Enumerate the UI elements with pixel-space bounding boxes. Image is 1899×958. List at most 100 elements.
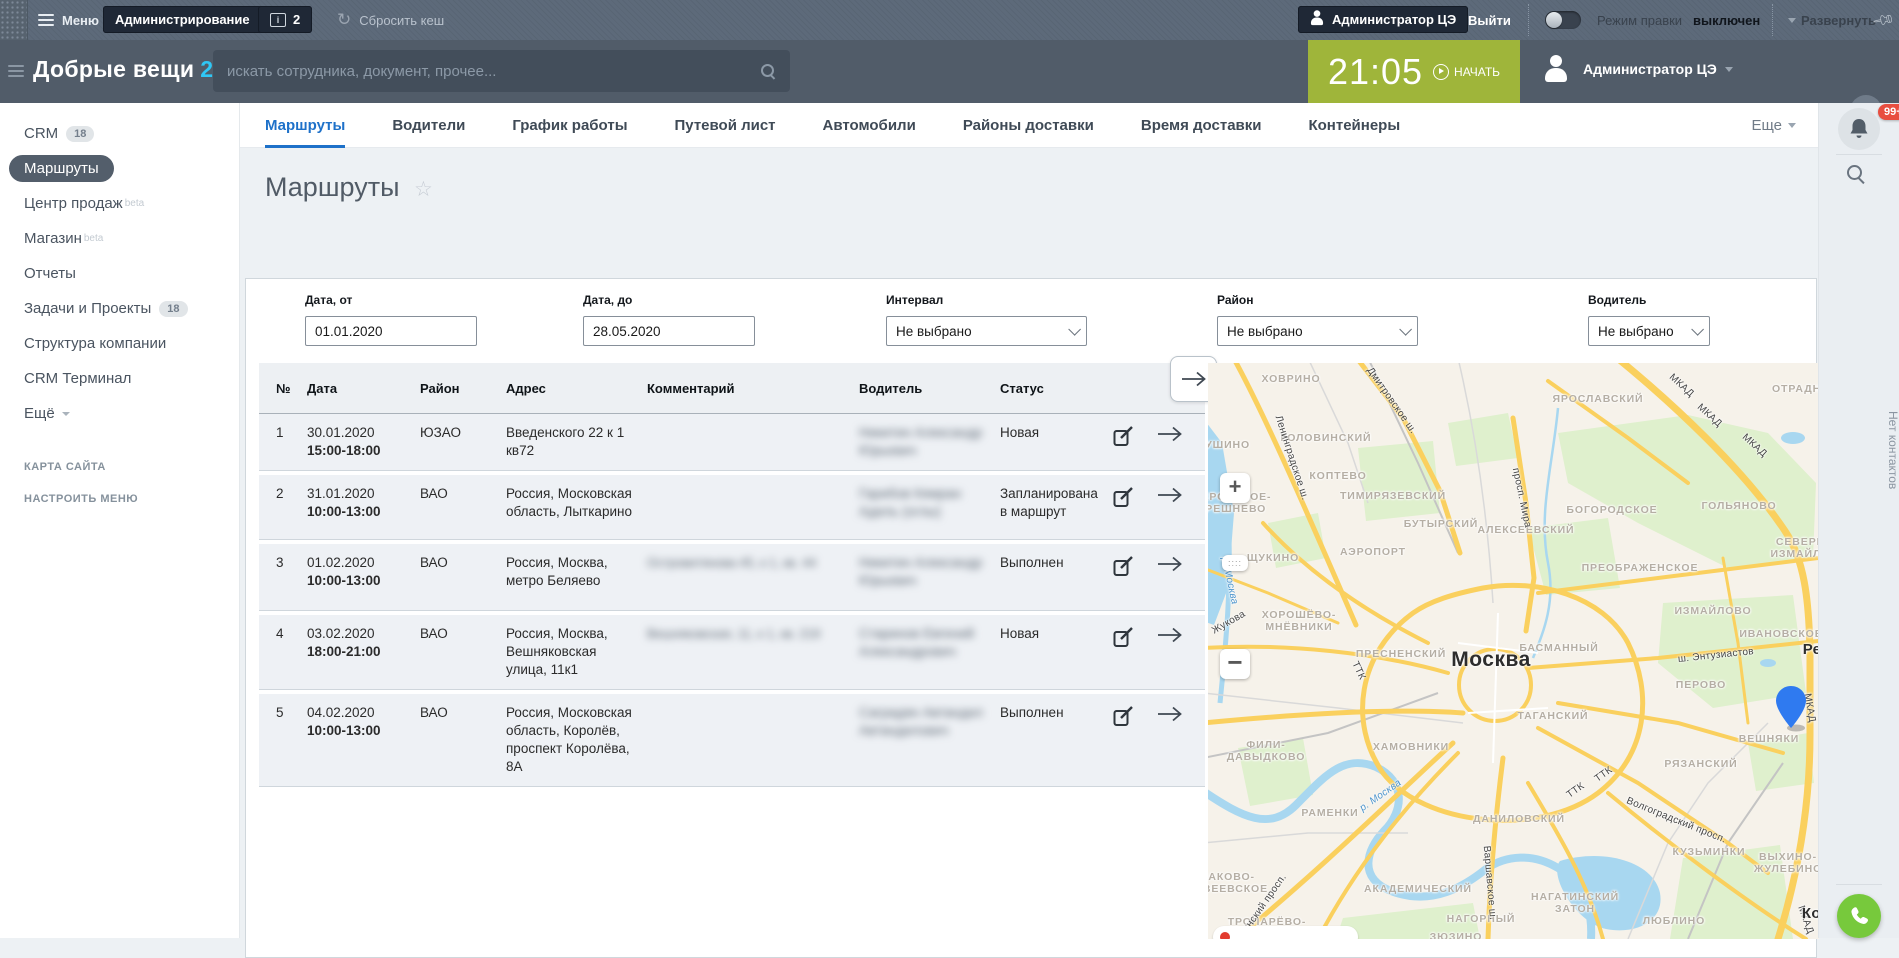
tab-more[interactable]: Еще [1751, 103, 1796, 148]
table-row-1[interactable]: 130.01.202015:00-18:00ЮЗАОВведенского 22… [259, 414, 1205, 471]
tab-4[interactable]: Путевой лист [675, 103, 776, 148]
table-row-3[interactable]: 301.02.202010:00-13:00ВАОРоссия, Москва,… [259, 544, 1205, 611]
open-route-button[interactable] [1157, 556, 1183, 575]
filter-select[interactable]: Не выбрано [1217, 316, 1418, 346]
cell-open[interactable] [1157, 424, 1205, 460]
filter-input[interactable] [305, 316, 477, 346]
configure-menu-link[interactable]: НАСТРОИТЬ МЕНЮ [24, 493, 239, 505]
notifications-button[interactable]: 99+ [1838, 108, 1880, 150]
expand-button[interactable]: Развернуть [1788, 0, 1876, 40]
edit-mode-toggle[interactable] [1545, 0, 1581, 40]
cell-driver: Никитин Александр Юрьевич [859, 424, 1000, 460]
sitemap-link[interactable]: КАРТА САЙТА [24, 461, 239, 473]
filter-input[interactable] [583, 316, 755, 346]
tab-1[interactable]: Маршруты [265, 103, 345, 148]
beta-tag: beta [84, 233, 103, 244]
admin-bar-drag-handle[interactable] [0, 0, 28, 40]
sidebar-item-1[interactable]: CRM18 [24, 116, 239, 151]
app-logo[interactable]: Добрые вещи24 [33, 56, 226, 83]
notifications-badge: 99+ [1878, 104, 1899, 120]
tab-5[interactable]: Автомобили [823, 103, 916, 148]
hamburger-icon [38, 11, 54, 29]
edit-route-button[interactable] [1113, 706, 1134, 730]
toggle-switch-icon[interactable] [1545, 11, 1581, 29]
performance-counter-button[interactable]: i 2 [258, 6, 312, 33]
sidebar-item-3[interactable]: Центр продажbeta [24, 186, 239, 221]
map-zoom-out-button[interactable]: − [1220, 649, 1250, 679]
col-comment: Комментарий [647, 381, 859, 396]
cell-open[interactable] [1157, 704, 1205, 776]
sidebar-item-5[interactable]: Отчеты [24, 256, 239, 291]
edit-route-button[interactable] [1113, 426, 1134, 450]
worktime-timer[interactable]: 21:05 НАЧАТЬ [1308, 40, 1520, 103]
tab-2[interactable]: Водители [392, 103, 465, 148]
filter-select[interactable]: Не выбрано [886, 316, 1087, 346]
cell-address: Россия, Московская область, Королёв, про… [506, 704, 647, 776]
global-search-input[interactable]: искать сотрудника, документ, прочее... [213, 50, 790, 92]
pin-button[interactable]: 📌︎ [1874, 0, 1893, 40]
cell-edit[interactable] [1113, 704, 1157, 776]
phone-icon [1847, 904, 1871, 928]
table-row-4[interactable]: 403.02.202018:00-21:00ВАОРоссия, Москва,… [259, 615, 1205, 690]
tab-8[interactable]: Контейнеры [1308, 103, 1400, 148]
open-route-button[interactable] [1157, 426, 1183, 445]
open-route-button[interactable] [1157, 627, 1183, 646]
cell-edit[interactable] [1113, 625, 1157, 679]
cell-date: 01.02.202010:00-13:00 [307, 554, 420, 600]
filter-select[interactable]: Не выбрано [1588, 316, 1710, 346]
no-contacts-label: Нет контактов [1819, 390, 1899, 510]
table-row-5[interactable]: 504.02.202010:00-13:00ВАОРоссия, Московс… [259, 694, 1205, 787]
edit-route-button[interactable] [1113, 487, 1134, 511]
admin-user-button[interactable]: Администратор ЦЭ [1298, 6, 1468, 33]
open-route-button[interactable] [1157, 487, 1183, 506]
cell-address: Россия, Московская область, Лыткарино [506, 485, 647, 529]
sidebar-hamburger-button[interactable] [8, 62, 24, 85]
admin-menu-button[interactable]: Меню [38, 0, 99, 40]
sidebar-item-4[interactable]: Магазинbeta [24, 221, 239, 256]
filter-label: Дата, до [583, 293, 755, 307]
cell-open[interactable] [1157, 485, 1205, 529]
col-driver: Водитель [859, 381, 1000, 396]
edit-route-button[interactable] [1113, 627, 1134, 651]
favorite-star-icon[interactable]: ☆ [414, 178, 433, 201]
tab-6[interactable]: Районы доставки [963, 103, 1094, 148]
cell-open[interactable] [1157, 625, 1205, 679]
tab-7[interactable]: Время доставки [1141, 103, 1262, 148]
map-zoom-slider[interactable]: :::: [1222, 555, 1248, 571]
moscow-map[interactable]: ХОВРИНООТРАДНОЕЯРОСЛАВСКИЙГОЛОВИНСКИЙТУШ… [1208, 363, 1819, 939]
sidebar-item-label: Структура компании [24, 335, 166, 352]
map-zoom-in-button[interactable]: + [1220, 473, 1250, 503]
open-route-button[interactable] [1157, 706, 1183, 725]
cell-edit[interactable] [1113, 554, 1157, 600]
sidebar-item-7[interactable]: Структура компании [24, 326, 239, 361]
sidebar-item-8[interactable]: CRM Терминал [24, 361, 239, 396]
cell-district: ЮЗАО [420, 424, 506, 460]
table-row-2[interactable]: 231.01.202010:00-13:00ВАОРоссия, Московс… [259, 475, 1205, 540]
sidebar-item-9[interactable]: Ещё [24, 396, 239, 431]
cell-num: 5 [259, 704, 307, 776]
cell-date: 30.01.202015:00-18:00 [307, 424, 420, 460]
administration-button[interactable]: Администрирование [103, 6, 262, 33]
cell-date: 31.01.202010:00-13:00 [307, 485, 420, 529]
cell-address: Россия, Москва, Вешняковская улица, 11к1 [506, 625, 647, 679]
cell-edit[interactable] [1113, 485, 1157, 529]
cell-open[interactable] [1157, 554, 1205, 600]
sidebar-item-6[interactable]: Задачи и Проекты18 [24, 291, 239, 326]
rail-search-button[interactable] [1847, 165, 1865, 188]
chevron-down-icon [1068, 323, 1081, 336]
open-chat-button[interactable] [1837, 894, 1881, 938]
admin-top-bar: Меню Администрирование i 2 ↻ Сбросить ке… [0, 0, 1899, 40]
edit-route-button[interactable] [1113, 556, 1134, 580]
cell-edit[interactable] [1113, 424, 1157, 460]
tab-3[interactable]: График работы [512, 103, 627, 148]
right-rail: 99+ Нет контактов [1818, 103, 1899, 938]
current-user-menu[interactable]: Администратор ЦЭ [1543, 54, 1738, 84]
cell-comment [647, 485, 859, 529]
divider [1528, 4, 1529, 36]
filter-3: ИнтервалНе выбрано [886, 293, 1087, 346]
map-canvas [1208, 363, 1819, 939]
select-value: Не выбрано [1598, 324, 1674, 339]
logout-button[interactable]: Выйти [1468, 0, 1511, 40]
clear-cache-button[interactable]: ↻ Сбросить кеш [337, 0, 444, 40]
sidebar-item-2[interactable]: Маршруты [24, 151, 239, 186]
